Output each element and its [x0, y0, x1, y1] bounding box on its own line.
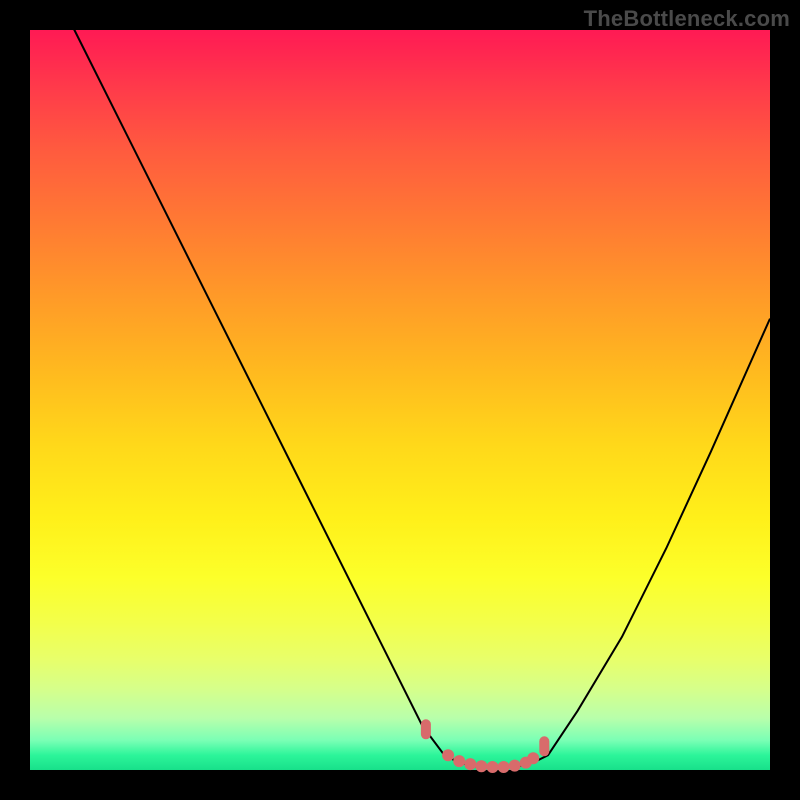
marker-group: [421, 719, 549, 773]
bottleneck-curve: [30, 0, 770, 768]
credit-text: TheBottleneck.com: [584, 6, 790, 32]
trough-marker: [509, 760, 521, 772]
trough-marker: [475, 760, 487, 772]
trough-marker: [453, 755, 465, 767]
plot-area: [30, 30, 770, 770]
trough-marker: [527, 752, 539, 764]
curve-svg: [30, 30, 770, 770]
chart-frame: TheBottleneck.com: [0, 0, 800, 800]
trough-marker: [498, 761, 510, 773]
trough-marker: [421, 719, 431, 739]
trough-marker: [487, 761, 499, 773]
trough-marker: [464, 758, 476, 770]
trough-marker: [442, 749, 454, 761]
trough-marker: [539, 736, 549, 756]
